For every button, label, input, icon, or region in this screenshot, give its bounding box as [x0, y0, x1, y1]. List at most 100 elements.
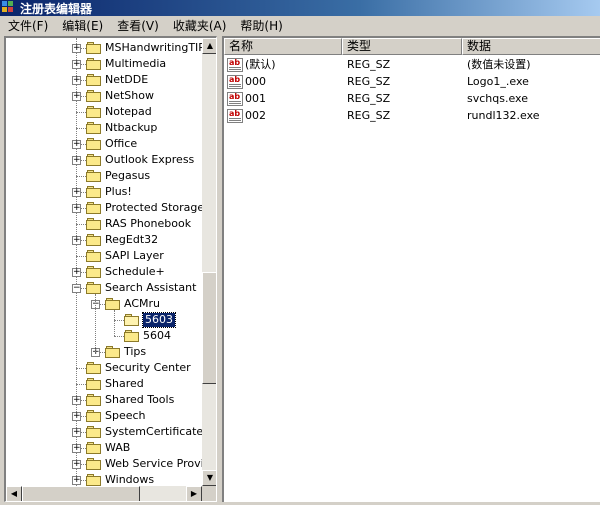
expand-plus-icon[interactable]: +	[72, 428, 81, 437]
tree-item-label: Notepad	[105, 105, 152, 118]
tree-item-label: Multimedia	[105, 57, 167, 70]
folder-icon	[86, 394, 102, 406]
tree-item-label: Office	[105, 137, 138, 150]
folder-icon	[86, 42, 102, 54]
tree-item-tips[interactable]: + Tips	[6, 344, 202, 360]
tree-item-regedt32[interactable]: + RegEdt32	[6, 232, 202, 248]
folder-icon	[86, 234, 102, 246]
folder-icon	[86, 442, 102, 454]
tree-item-5603[interactable]: 5603	[6, 312, 202, 328]
menu-edit[interactable]: 编辑(E)	[58, 17, 107, 34]
tree-item-plus[interactable]: + Plus!	[6, 184, 202, 200]
tree-vertical-scroll-thumb[interactable]	[202, 272, 216, 384]
tree-item-ras-phonebook[interactable]: RAS Phonebook	[6, 216, 202, 232]
tree-item-mshandwritingtip[interactable]: + MSHandwritingTIP	[6, 40, 202, 56]
tree-item-search-assistant[interactable]: − Search Assistant	[6, 280, 202, 296]
tree-item-label: RegEdt32	[105, 233, 159, 246]
tree-item-shared-tools[interactable]: + Shared Tools	[6, 392, 202, 408]
tree-guide-line	[114, 310, 115, 336]
tree-item-systemcertificates[interactable]: + SystemCertificates	[6, 424, 202, 440]
tree-item-protected-storage[interactable]: + Protected Storage	[6, 200, 202, 216]
tree-connector-line	[76, 384, 86, 385]
collapse-minus-icon[interactable]: −	[72, 284, 81, 293]
expand-plus-icon[interactable]: +	[72, 444, 81, 453]
folder-icon	[86, 138, 102, 150]
value-type: REG_SZ	[347, 109, 391, 122]
column-header-data[interactable]: 数据	[462, 38, 600, 55]
tree-item-multimedia[interactable]: + Multimedia	[6, 56, 202, 72]
tree-item-security-center[interactable]: Security Center	[6, 360, 202, 376]
menu-favorites[interactable]: 收藏夹(A)	[169, 17, 231, 34]
tree-vertical-scrollbar[interactable]: ▲ ▼	[202, 38, 216, 486]
expand-plus-icon[interactable]: +	[72, 44, 81, 53]
folder-icon	[86, 266, 102, 278]
scroll-down-arrow-icon[interactable]: ▼	[202, 470, 216, 486]
tree-item-shared[interactable]: Shared	[6, 376, 202, 392]
expand-plus-icon[interactable]: +	[72, 412, 81, 421]
tree-horizontal-scroll-thumb[interactable]	[22, 486, 140, 501]
tree-item-outlook-express[interactable]: + Outlook Express	[6, 152, 202, 168]
tree-item-sapi-layer[interactable]: SAPI Layer	[6, 248, 202, 264]
expand-plus-icon[interactable]: +	[72, 188, 81, 197]
tree-item-schedule[interactable]: + Schedule+	[6, 264, 202, 280]
tree-item-label: Shared	[105, 377, 144, 390]
tree-item-netshow[interactable]: + NetShow	[6, 88, 202, 104]
tree-item-netdde[interactable]: + NetDDE	[6, 72, 202, 88]
folder-icon	[86, 202, 102, 214]
title-bar[interactable]: 注册表编辑器	[0, 0, 600, 16]
expand-plus-icon[interactable]: +	[72, 460, 81, 469]
expand-plus-icon[interactable]: +	[72, 204, 81, 213]
expand-plus-icon[interactable]: +	[72, 60, 81, 69]
tree-item-pegasus[interactable]: Pegasus	[6, 168, 202, 184]
tree-connector-line	[114, 320, 124, 321]
folder-icon	[86, 458, 102, 470]
value-type: REG_SZ	[347, 75, 391, 88]
expand-plus-icon[interactable]: +	[72, 140, 81, 149]
tree-item-notepad[interactable]: Notepad	[6, 104, 202, 120]
tree-item-wab[interactable]: + WAB	[6, 440, 202, 456]
expand-plus-icon[interactable]: +	[72, 268, 81, 277]
expand-plus-icon[interactable]: +	[72, 396, 81, 405]
scroll-right-arrow-icon[interactable]: ▶	[186, 486, 202, 501]
string-value-icon: ab	[227, 92, 243, 106]
tree-item-speech[interactable]: + Speech	[6, 408, 202, 424]
menu-file[interactable]: 文件(F)	[4, 17, 52, 34]
folder-icon	[86, 106, 102, 118]
scrollbar-corner	[202, 486, 216, 501]
tree-item-label: Speech	[105, 409, 146, 422]
folder-icon	[86, 378, 102, 390]
tree-item-office[interactable]: + Office	[6, 136, 202, 152]
value-row[interactable]: ab 002 REG_SZ rundl132.exe	[224, 108, 600, 125]
value-name: 001	[245, 92, 266, 105]
expand-plus-icon[interactable]: +	[72, 476, 81, 485]
value-row[interactable]: ab 001 REG_SZ svchqs.exe	[224, 91, 600, 108]
value-list-pane[interactable]: 名称 类型 数据 ab (默认) REG_SZ (数值未设置) ab 000 REG_SZ L…	[222, 36, 600, 502]
tree-item-label: Pegasus	[105, 169, 151, 182]
tree-item-ntbackup[interactable]: Ntbackup	[6, 120, 202, 136]
tree-item-label: Outlook Express	[105, 153, 195, 166]
scroll-left-arrow-icon[interactable]: ◀	[6, 486, 22, 501]
expand-plus-icon[interactable]: +	[72, 236, 81, 245]
expand-plus-icon[interactable]: +	[72, 76, 81, 85]
menu-view[interactable]: 查看(V)	[113, 17, 163, 34]
expand-plus-icon[interactable]: +	[72, 92, 81, 101]
tree-connector-line	[114, 336, 124, 337]
value-type: REG_SZ	[347, 58, 391, 71]
key-tree-pane[interactable]: + MSHandwritingTIP + Multimedia + NetDDE + NetS…	[4, 36, 217, 502]
tree-item-acmru[interactable]: − ACMru	[6, 296, 202, 312]
tree-horizontal-scrollbar[interactable]: ◀ ▶	[6, 486, 202, 501]
string-value-icon: ab	[227, 58, 243, 72]
tree-item-web-service-providers[interactable]: + Web Service Providers	[6, 456, 202, 472]
value-row[interactable]: ab 000 REG_SZ Logo1_.exe	[224, 74, 600, 91]
column-header-name[interactable]: 名称	[224, 38, 342, 55]
expand-plus-icon[interactable]: +	[72, 156, 81, 165]
value-row[interactable]: ab (默认) REG_SZ (数值未设置)	[224, 57, 600, 74]
tree-connector-line	[76, 256, 86, 257]
column-header-type[interactable]: 类型	[342, 38, 462, 55]
menu-bar: 文件(F) 编辑(E) 查看(V) 收藏夹(A) 帮助(H)	[0, 16, 600, 34]
value-name: 000	[245, 75, 266, 88]
scroll-up-arrow-icon[interactable]: ▲	[202, 38, 216, 54]
tree-item-windows[interactable]: + Windows	[6, 472, 202, 486]
tree-item-5604[interactable]: 5604	[6, 328, 202, 344]
menu-help[interactable]: 帮助(H)	[236, 17, 286, 34]
